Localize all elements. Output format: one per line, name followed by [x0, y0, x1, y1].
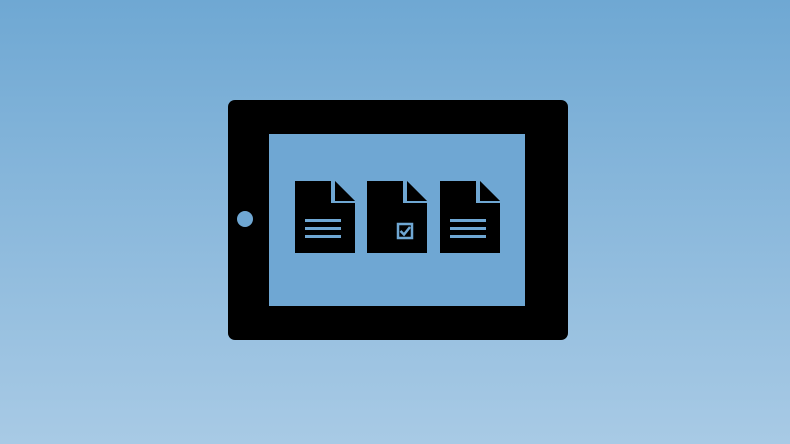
document-checkbox-icon [367, 181, 427, 253]
document-lines-icon [440, 181, 500, 253]
document-lines-icon [295, 181, 355, 253]
tablet-home-button [237, 211, 253, 227]
illustration-canvas [0, 0, 790, 444]
